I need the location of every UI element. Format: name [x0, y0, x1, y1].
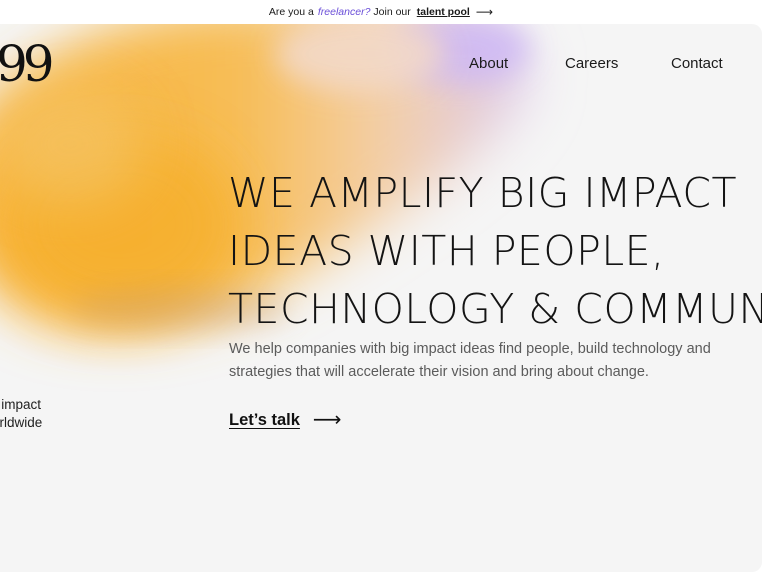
side-note: n impact orldwide [0, 396, 42, 432]
headline-line: TECHNOLOGY & COMMUNITY [228, 285, 762, 333]
announcement-bar: Are you a freelancer? Join our talent po… [0, 0, 762, 24]
arrow-right-icon: ⟶ [312, 409, 342, 431]
page: Are you a freelancer? Join our talent po… [0, 0, 762, 572]
headline-line: IDEAS WITH PEOPLE, [228, 227, 665, 275]
hero-subtitle: We help companies with big impact ideas … [229, 338, 762, 384]
nav-contact[interactable]: Contact [671, 55, 723, 72]
announcement-emphasis: freelancer? [317, 6, 371, 18]
subtitle-line: We help companies with big impact ideas … [229, 341, 711, 357]
headline-line: WE AMPLIFY BIG IMPACT [228, 169, 738, 217]
announcement-prefix: Are you a [268, 6, 314, 18]
hero-headline: WE AMPLIFY BIG IMPACT IDEAS WITH PEOPLE,… [228, 164, 762, 338]
side-note-line: orldwide [0, 415, 43, 430]
hero-panel: 99 About Careers Contact WE AMPLIFY BIG … [0, 24, 762, 572]
subtitle-line: strategies that will accelerate their vi… [229, 364, 649, 380]
lets-talk-button[interactable]: Let’s talk ⟶ [229, 410, 342, 430]
side-note-line: n impact [0, 397, 42, 412]
announcement-middle: Join our [373, 6, 411, 18]
talent-pool-link[interactable]: talent pool [417, 6, 470, 18]
nav-about[interactable]: About [469, 55, 508, 72]
nav-careers[interactable]: Careers [565, 55, 618, 72]
main-nav: About Careers Contact [0, 55, 762, 75]
arrow-right-icon[interactable]: ⟶ [476, 5, 493, 19]
cta-label: Let’s talk [229, 410, 300, 429]
